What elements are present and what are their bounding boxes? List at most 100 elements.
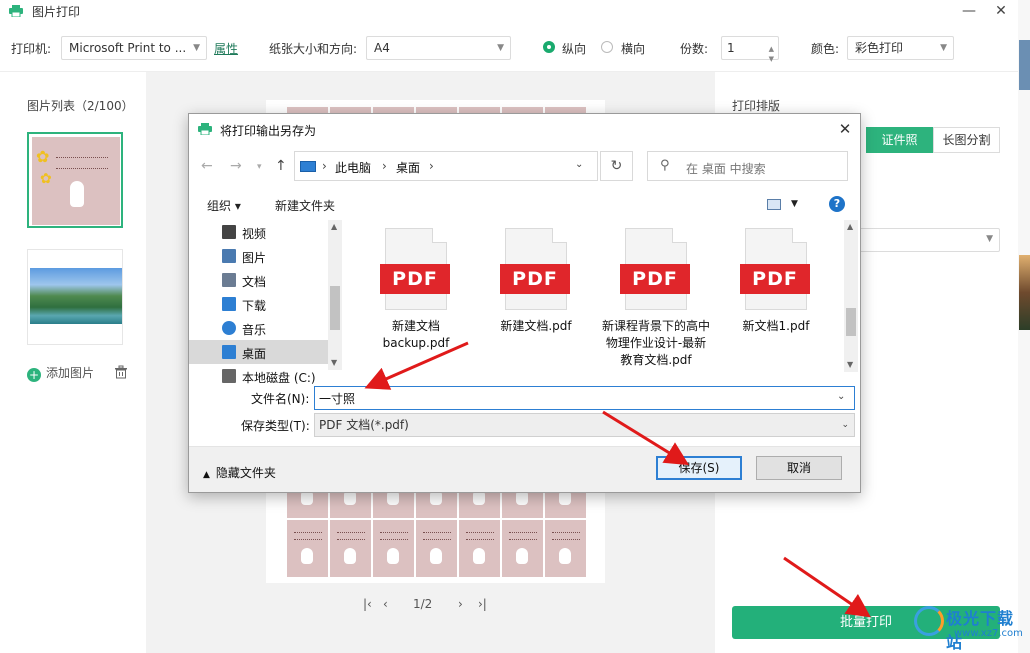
nav-item[interactable]: 文档 <box>189 268 328 292</box>
flower-icon: ✿ <box>40 171 52 187</box>
file-item[interactable]: PDF 新文档1.pdf <box>722 228 830 335</box>
layout-title: 打印排版 <box>732 99 781 113</box>
duck-figure <box>70 181 84 207</box>
hide-folders-label: 隐藏文件夹 <box>215 466 276 480</box>
duck-figure <box>301 548 313 564</box>
address-bar[interactable]: › 此电脑 › 桌面 › ⌄ <box>294 151 598 181</box>
portrait-radio[interactable] <box>543 41 555 53</box>
organize-menu[interactable]: 组织 ▾ <box>207 197 241 214</box>
computer-icon <box>300 161 316 172</box>
landscape-label: 横向 <box>621 42 646 56</box>
chevron-down-icon: ▼ <box>193 43 200 53</box>
printer-select[interactable]: Microsoft Print to ... ▼ <box>61 36 207 60</box>
chevron-up-icon: ▲ <box>203 470 210 480</box>
new-folder-button[interactable]: 新建文件夹 <box>275 197 335 214</box>
nav-item[interactable]: 本地磁盘 (C:) <box>189 364 328 388</box>
chevron-down-icon: ⌄ <box>841 420 849 430</box>
chevron-down-icon[interactable]: ⌄ <box>575 159 583 170</box>
scrollbar-thumb[interactable] <box>846 308 856 336</box>
file-item[interactable]: PDF 新建文档.pdf <box>482 228 590 335</box>
image-thumbnail-1[interactable]: ✿ ✿ <box>27 132 123 228</box>
tab-long-image-split[interactable]: 长图分割 <box>933 127 1000 153</box>
scrollbar-thumb[interactable] <box>330 286 340 330</box>
paper-value: A4 <box>374 41 390 55</box>
copies-stepper[interactable]: 1 ▲ ▼ <box>721 36 779 63</box>
music-icon <box>222 321 236 335</box>
filetype-select[interactable]: PDF 文档(*.pdf) ⌄ <box>314 413 855 437</box>
nav-item[interactable]: 下载 <box>189 292 328 316</box>
close-window-button[interactable]: ✕ <box>984 0 1018 22</box>
dialog-title: 将打印输出另存为 <box>220 124 317 138</box>
scroll-down-icon[interactable]: ▼ <box>847 360 853 369</box>
properties-link[interactable]: 属性 <box>214 40 238 57</box>
color-select[interactable]: 彩色打印 ▼ <box>847 36 954 60</box>
forward-arrow-icon[interactable]: → <box>230 158 242 174</box>
logo-icon <box>914 606 944 636</box>
refresh-button[interactable]: ↻ <box>600 151 633 181</box>
save-button[interactable]: 保存(S) <box>656 456 742 480</box>
hide-folders-toggle[interactable]: ▲ 隐藏文件夹 <box>203 464 276 481</box>
recent-chevron-icon[interactable]: ▾ <box>257 162 262 172</box>
up-arrow-icon[interactable]: ↑ <box>275 158 287 174</box>
pdf-file-icon: PDF <box>620 228 690 310</box>
handwriting-scribble <box>552 532 580 540</box>
image-list-title: 图片列表（2/100） <box>27 99 134 113</box>
cancel-button[interactable]: 取消 <box>756 456 842 480</box>
scroll-up-icon[interactable]: ▲ <box>331 222 337 231</box>
duck-figure <box>430 548 442 564</box>
watermark-logo: 极光下载站 www.xz7.com <box>914 600 1024 652</box>
breadcrumb-this-pc[interactable]: 此电脑 <box>335 159 371 176</box>
next-page-icon[interactable]: › <box>458 597 463 611</box>
window-title: 图片打印 <box>32 5 81 19</box>
layout-select[interactable]: ▼ <box>850 228 1000 252</box>
add-image-button[interactable]: + 添加图片 <box>27 364 94 382</box>
close-icon[interactable]: ✕ <box>836 120 854 138</box>
disk-icon <box>222 369 236 383</box>
nav-scrollbar[interactable]: ▲ ▼ <box>328 220 342 370</box>
file-scrollbar[interactable]: ▲ ▼ <box>844 220 858 372</box>
help-icon[interactable]: ? <box>829 196 845 212</box>
filename-input[interactable] <box>314 386 855 410</box>
nav-item[interactable]: 桌面 <box>189 340 328 364</box>
landscape-radio[interactable] <box>601 41 613 53</box>
photo-cell <box>545 520 586 577</box>
desktop-icon <box>222 345 236 359</box>
photo-cell <box>416 520 457 577</box>
printer-icon <box>198 123 212 135</box>
trash-icon[interactable] <box>113 364 129 380</box>
chevron-down-icon: ▼ <box>497 43 504 53</box>
nav-item[interactable]: 音乐 <box>189 316 328 340</box>
breadcrumb-desktop[interactable]: 桌面 <box>396 159 420 176</box>
first-page-icon[interactable]: |‹ <box>363 597 372 611</box>
view-options-icon[interactable] <box>767 199 781 210</box>
pdf-file-icon: PDF <box>740 228 810 310</box>
paper-label: 纸张大小和方向: <box>269 42 358 56</box>
file-item[interactable]: PDF 新课程背景下的高中物理作业设计-最新教育文档.pdf <box>602 228 710 369</box>
search-input[interactable]: ⚲ 在 桌面 中搜索 <box>647 151 848 181</box>
image-thumbnail-2[interactable] <box>27 249 123 345</box>
nav-item[interactable]: 图片 <box>189 244 328 268</box>
chevron-down-icon[interactable]: ▼ <box>791 199 798 209</box>
nav-item-label: 图片 <box>242 251 267 265</box>
stepper-down-icon[interactable]: ▼ <box>769 48 774 70</box>
scroll-down-icon[interactable]: ▼ <box>331 358 337 367</box>
background-image <box>1019 40 1030 90</box>
handwriting-scribble <box>466 532 494 540</box>
last-page-icon[interactable]: ›| <box>478 597 487 611</box>
pdf-badge: PDF <box>500 264 570 294</box>
scroll-up-icon[interactable]: ▲ <box>847 222 853 231</box>
duck-figure <box>387 548 399 564</box>
chevron-down-icon[interactable]: ⌄ <box>837 391 845 402</box>
paper-select[interactable]: A4 ▼ <box>366 36 511 60</box>
back-arrow-icon[interactable]: ← <box>201 158 213 174</box>
flower-icon: ✿ <box>36 147 50 166</box>
print-toolbar: 打印机: Microsoft Print to ... ▼ 属性 纸张大小和方向… <box>0 24 1018 72</box>
minimize-button[interactable]: — <box>952 0 986 22</box>
tab-id-photo[interactable]: 证件照 <box>866 127 933 153</box>
nav-item-label: 桌面 <box>242 347 267 361</box>
id-photo-image: ✿ ✿ <box>32 137 120 225</box>
file-item[interactable]: PDF 新建文档backup.pdf <box>362 228 470 352</box>
duck-figure <box>344 548 356 564</box>
nav-item[interactable]: 视频 <box>189 220 328 244</box>
prev-page-icon[interactable]: ‹ <box>383 597 388 611</box>
